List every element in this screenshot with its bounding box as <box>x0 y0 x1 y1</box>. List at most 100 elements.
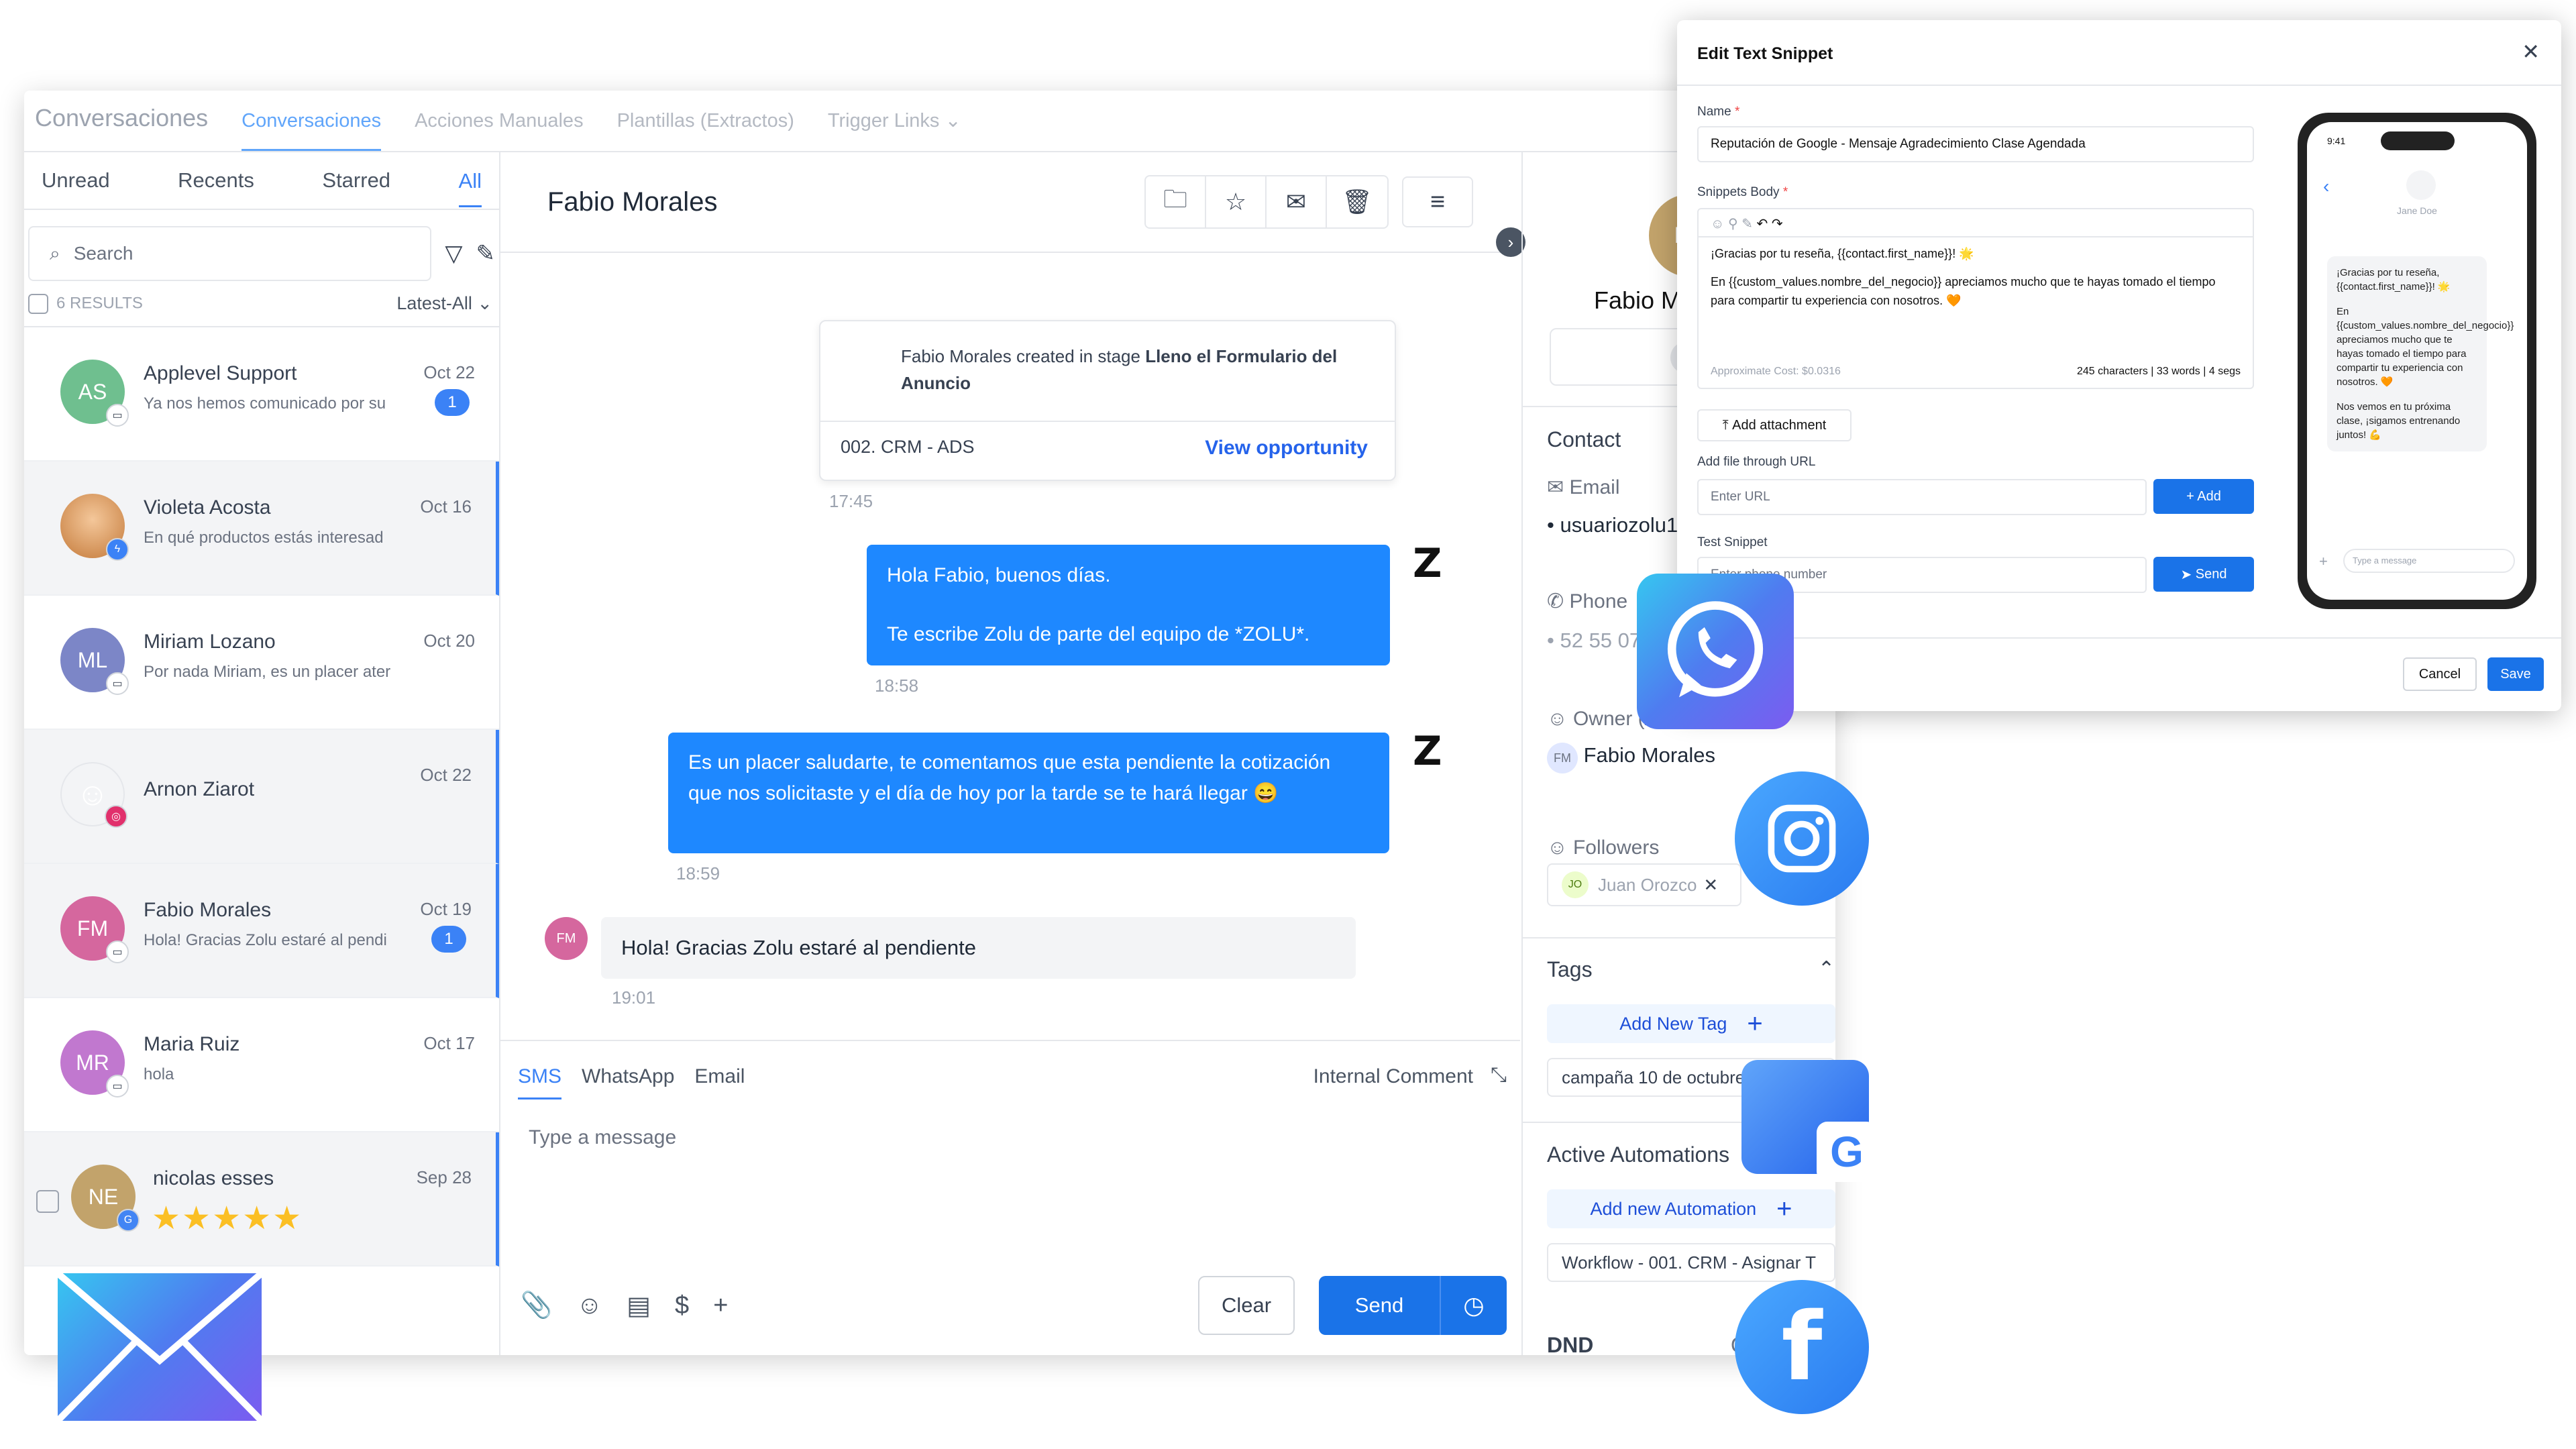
floating-card-violeta: Violeta Acosta En qué productos estás in… <box>1805 1248 2576 1449</box>
add-tag-button[interactable]: Add New Tag + <box>1547 1004 1835 1043</box>
redo-icon[interactable]: ↷ <box>1772 217 1783 231</box>
mail-icon[interactable]: ✉ <box>1267 176 1327 227</box>
date: Oct 22 <box>2459 798 2546 831</box>
folder-icon[interactable]: 🗀 <box>1146 176 1206 227</box>
avatar: ☺ ◎ <box>60 762 127 828</box>
preview-message-input: Type a message <box>2343 549 2515 573</box>
dollar-icon[interactable]: $ <box>675 1291 689 1320</box>
sort-select[interactable]: Latest-All ⌄ <box>396 293 492 314</box>
snippet-stats: 245 characters | 33 words | 4 segs <box>2077 366 2241 377</box>
body-label: Snippets Body * <box>1697 185 1788 199</box>
close-icon[interactable]: ✕ <box>1703 875 1718 896</box>
search-input[interactable]: ⌕ Search <box>28 226 432 281</box>
list-item[interactable]: AS ▭ Applevel Support Ya nos hemos comuni… <box>24 327 499 462</box>
contact-name: Maria Ruiz <box>144 1033 240 1055</box>
conversation-list-panel: Unread Recents Starred All ⌕ Search ▽ ✎ … <box>24 152 500 1355</box>
opportunity-card: Fabio Morales created in stage Lleno el … <box>819 320 1396 481</box>
tab-email[interactable]: Email <box>694 1065 745 1099</box>
document-icon[interactable]: ▤ <box>627 1291 651 1321</box>
trash-icon[interactable]: 🗑 <box>1327 176 1387 227</box>
list-item[interactable]: ML ▭ Miriam Lozano Por nada Miriam, es un… <box>24 596 499 730</box>
tab-plantillas[interactable]: Plantillas (Extractos) <box>617 110 794 151</box>
message-input[interactable]: Type a message <box>500 1099 1520 1176</box>
tab-conversaciones[interactable]: Conversaciones <box>241 110 382 151</box>
contact-name: Fabio Morales <box>144 899 272 921</box>
upload-icon: ⤒ <box>1722 417 1729 433</box>
collapse-icon[interactable]: ⤡ <box>1491 1064 1507 1087</box>
workflow-chip[interactable]: Workflow - 001. CRM - Asignar T <box>1547 1243 1835 1282</box>
tab-sms[interactable]: SMS <box>518 1065 562 1099</box>
tags-label: Tags <box>1547 957 1593 981</box>
plus-icon[interactable]: + <box>713 1291 728 1320</box>
instagram-icon <box>1735 771 1869 906</box>
search-icon: ⌕ <box>50 242 60 264</box>
internal-comment-tab[interactable]: Internal Comment <box>1313 1065 1473 1088</box>
filter-unread[interactable]: Unread <box>42 168 110 193</box>
follower-chip[interactable]: JO Juan Orozco ✕ <box>1547 863 1741 906</box>
filter-recents[interactable]: Recents <box>178 168 254 193</box>
sort-lines-icon[interactable]: ≡ <box>1402 176 1473 227</box>
avatar: ☺ <box>1919 790 2012 884</box>
filter-starred[interactable]: Starred <box>322 168 390 193</box>
add-automation-button[interactable]: Add new Automation + <box>1547 1189 1835 1228</box>
add-url-button[interactable]: + Add <box>2153 479 2254 514</box>
sms-icon: ▭ <box>106 941 129 963</box>
snippet-name-input[interactable]: Reputación de Google - Mensaje Agradecim… <box>1697 126 2254 162</box>
tab-acciones-manuales[interactable]: Acciones Manuales <box>415 110 583 151</box>
close-icon[interactable]: ✕ <box>2522 39 2540 64</box>
attachment-icon[interactable]: 📎 <box>521 1291 552 1320</box>
timestamp: 18:59 <box>676 863 720 883</box>
contact-name: Miriam Lozano <box>144 631 276 653</box>
google-business-icon: G <box>117 1209 140 1232</box>
emoji-icon[interactable]: ☺ <box>576 1291 602 1320</box>
filter-tabs: Unread Recents Starred All <box>24 152 499 210</box>
date: Sep 28 <box>416 1167 472 1187</box>
dnd-label: DND <box>1547 1333 1594 1355</box>
cancel-button[interactable]: Cancel <box>2403 657 2477 691</box>
message-preview: Hola! Gracias Zolu estaré al pendi <box>144 931 387 949</box>
url-input[interactable]: Enter URL <box>1697 479 2147 515</box>
send-button[interactable]: Send ◷ <box>1319 1276 1507 1335</box>
owner-value[interactable]: FM Fabio Morales <box>1547 743 1715 773</box>
list-item[interactable]: ϟ Violeta Acosta En qué productos estás … <box>24 462 499 596</box>
star-icon[interactable]: ☆ <box>1206 176 1267 227</box>
filter-icon[interactable]: ▽ <box>445 240 462 267</box>
send-test-button[interactable]: ➤ Send <box>2153 557 2254 592</box>
compose-icon[interactable]: ✎ <box>476 240 496 267</box>
chevron-down-icon: ⌄ <box>945 110 961 131</box>
list-item[interactable]: MR ▭ Maria Ruiz hola Oct 17 <box>24 998 499 1132</box>
timestamp: 17:45 <box>829 491 873 511</box>
timestamp: 18:58 <box>875 676 919 696</box>
avatar: ML ▭ <box>60 628 129 695</box>
conversations-app: Conversaciones Conversaciones Acciones M… <box>24 91 1835 1355</box>
test-snippet-label: Test Snippet <box>1697 535 1768 549</box>
top-navigation: Conversaciones Conversaciones Acciones M… <box>24 91 1835 152</box>
tab-trigger-links[interactable]: Trigger Links ⌄ <box>828 109 961 151</box>
schedule-icon[interactable]: ◷ <box>1440 1276 1507 1335</box>
snippet-body-editor[interactable]: ☺ ⚲ ✎ ↶ ↷ ¡Gracias por tu reseña, {{cont… <box>1697 208 2254 389</box>
clear-button[interactable]: Clear <box>1198 1276 1295 1335</box>
phone-value[interactable]: • 52 55 07 <box>1547 629 1641 653</box>
view-opportunity-link[interactable]: View opportunity <box>1205 437 1368 460</box>
email-value[interactable]: • usuariozolu1@ <box>1547 513 1699 537</box>
contact-name: Arnon Ziarot <box>144 778 255 800</box>
select-all-checkbox[interactable] <box>28 293 48 314</box>
chevron-up-icon[interactable]: ⌃ <box>1818 957 1835 981</box>
date: Oct 16 <box>420 496 472 517</box>
date: Oct 22 <box>420 765 472 785</box>
row-checkbox[interactable] <box>36 1190 59 1213</box>
list-item[interactable]: ☺ ◎ Arnon Ziarot Oct 22 <box>24 730 499 864</box>
filter-all[interactable]: All <box>458 169 482 207</box>
add-attachment-button[interactable]: ⤒ Add attachment <box>1697 409 1851 441</box>
avatar: NE <box>1872 1053 1972 1154</box>
timestamp: 19:01 <box>612 987 656 1008</box>
undo-icon[interactable]: ↶ <box>1757 217 1768 231</box>
list-item[interactable]: FM ▭ Fabio Morales Hola! Gracias Zolu est… <box>24 864 499 998</box>
avatar: MR ▭ <box>60 1030 129 1097</box>
message-composer: SMS WhatsApp Email Internal Comment ⤡ Ty… <box>500 1040 1520 1355</box>
list-item[interactable]: NE G nicolas esses ★★★★★ Sep 28 <box>24 1132 499 1267</box>
tab-whatsapp[interactable]: WhatsApp <box>582 1065 674 1099</box>
save-button[interactable]: Save <box>2487 657 2544 691</box>
preview-contact-name: Jane Doe <box>2397 205 2437 216</box>
instagram-icon: ◎ <box>105 805 127 828</box>
